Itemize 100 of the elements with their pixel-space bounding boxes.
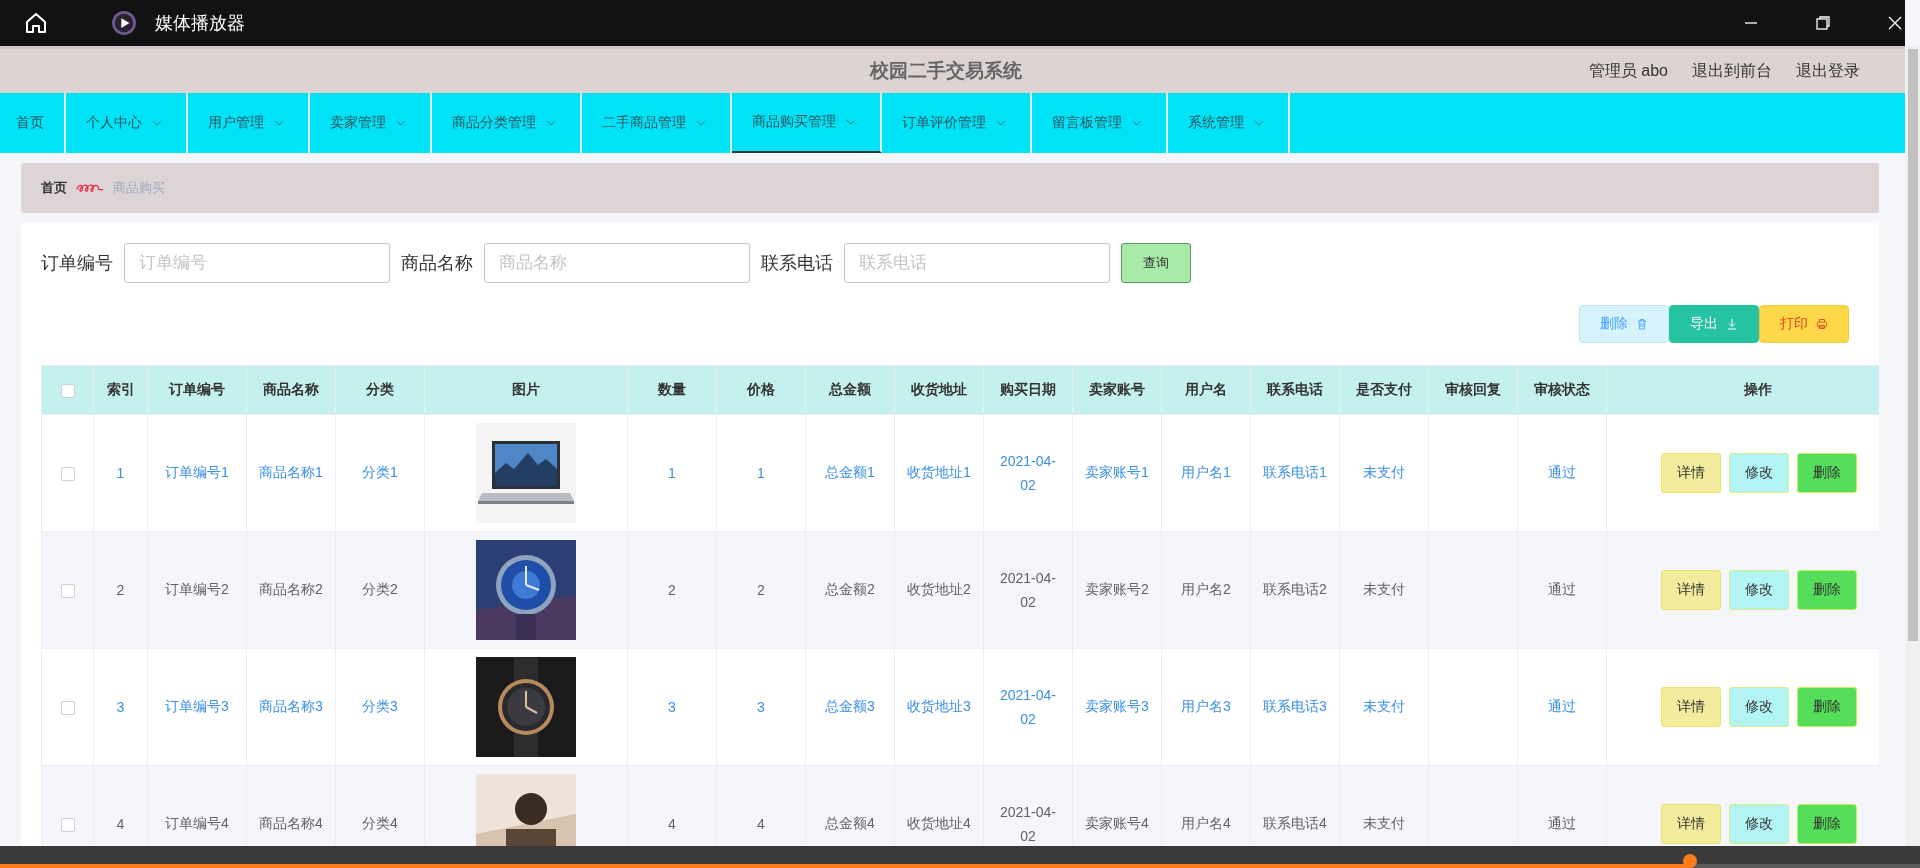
nav-item[interactable]: 用户管理: [188, 93, 310, 153]
column-header: 总金额: [829, 381, 871, 397]
table-cell: 总金额2: [825, 581, 875, 599]
nav-item[interactable]: 商品分类管理: [432, 93, 582, 153]
checkbox[interactable]: [60, 584, 75, 599]
input-field[interactable]: 订单编号: [124, 243, 390, 283]
checkbox[interactable]: [60, 384, 75, 399]
table-cell: 卖家账号3: [1085, 698, 1149, 716]
nav-item[interactable]: 个人中心: [66, 93, 188, 153]
details-button[interactable]: 详情: [1661, 804, 1721, 844]
table-cell-text: 2021-04-02: [998, 686, 1057, 729]
table-cell: 收货地址2: [907, 581, 971, 599]
table-cell: 分类4: [362, 815, 398, 833]
nav-item[interactable]: 首页: [0, 93, 66, 153]
table-cell: 通过: [1548, 581, 1576, 599]
table-cell: 通过: [1548, 815, 1576, 833]
table-cell: 总金额3: [825, 698, 875, 716]
delete-button[interactable]: 删除: [1797, 570, 1857, 610]
table-cell: 2: [116, 582, 125, 598]
table-cell: 4: [668, 816, 676, 832]
table-cell: 商品名称2: [259, 581, 323, 599]
nav-item[interactable]: 系统管理: [1168, 93, 1290, 153]
table-cell: 通过: [1548, 464, 1576, 482]
input-field[interactable]: 联系电话: [844, 243, 1110, 283]
table-cell: 商品名称4: [259, 815, 323, 833]
column-header: 联系电话: [1267, 381, 1323, 397]
details-button[interactable]: 详情: [1661, 570, 1721, 610]
table-cell: 商品名称3: [259, 698, 323, 716]
column-header: 审核状态: [1534, 381, 1590, 397]
column-header: 价格: [747, 381, 775, 397]
restore-icon[interactable]: [1815, 15, 1831, 31]
table-cell: 未支付: [1363, 581, 1405, 599]
table-cell: 商品名称1: [259, 464, 323, 482]
close-icon[interactable]: [1887, 15, 1903, 31]
input-field[interactable]: 商品名称: [484, 243, 750, 283]
table-cell-text: 2021-04-02: [998, 452, 1057, 495]
site-title: 校园二手交易系统: [870, 59, 1022, 83]
table-cell: 总金额4: [825, 815, 875, 833]
table-cell: 用户名4: [1181, 815, 1231, 833]
checkbox[interactable]: [60, 467, 75, 482]
column-header: 卖家账号: [1089, 381, 1145, 397]
column-header: 图片: [512, 381, 540, 397]
seek-thumb[interactable]: [1682, 854, 1697, 868]
details-button[interactable]: 详情: [1661, 687, 1721, 727]
table-cell: 订单编号1: [165, 464, 229, 482]
table-cell: 订单编号3: [165, 698, 229, 716]
nav-item[interactable]: 留言板管理: [1032, 93, 1168, 153]
search-button[interactable]: 查询: [1121, 243, 1191, 283]
table-cell: 订单编号2: [165, 581, 229, 599]
checkbox[interactable]: [60, 818, 75, 833]
home-icon[interactable]: [24, 11, 48, 35]
checkbox[interactable]: [60, 701, 75, 716]
field-label: 订单编号: [41, 252, 113, 275]
table-cell: 4: [757, 816, 765, 832]
table-cell: 卖家账号2: [1085, 581, 1149, 599]
column-header: 是否支付: [1356, 381, 1412, 397]
nav-item[interactable]: 二手商品管理: [582, 93, 732, 153]
table-cell: 卖家账号4: [1085, 815, 1149, 833]
edit-button[interactable]: 修改: [1729, 453, 1789, 493]
column-header: 审核回复: [1445, 381, 1501, 397]
table-cell: 4: [116, 816, 125, 832]
edit-button[interactable]: 修改: [1729, 570, 1789, 610]
delete-button[interactable]: 删除: [1797, 453, 1857, 493]
edit-button[interactable]: 修改: [1729, 687, 1789, 727]
field-label: 商品名称: [401, 252, 473, 275]
admin-label: 管理员 abo: [1588, 60, 1668, 81]
seek-bar[interactable]: [0, 854, 1920, 868]
delete-button[interactable]: 删除: [1797, 687, 1857, 727]
window-title: 媒体播放器: [155, 12, 245, 35]
table-cell: 卖家账号1: [1085, 464, 1149, 482]
table-cell: 3: [757, 699, 765, 715]
delete-button[interactable]: 删除: [1797, 804, 1857, 844]
table-cell: 1: [757, 465, 765, 481]
trash-icon: [1636, 318, 1648, 330]
table-cell: 3: [116, 699, 125, 715]
table-cell: 分类3: [362, 698, 398, 716]
column-header: 购买日期: [1000, 381, 1056, 397]
header-link[interactable]: 退出登录: [1796, 60, 1860, 82]
column-header: 索引: [106, 381, 135, 397]
play-icon: [111, 10, 137, 36]
table-cell: 联系电话1: [1263, 464, 1327, 482]
table-cell: 用户名2: [1181, 581, 1231, 599]
table-cell: 收货地址1: [907, 464, 971, 482]
breadcrumb-link[interactable]: 首页: [41, 179, 67, 197]
table-cell: 2: [757, 582, 765, 598]
header-link[interactable]: 退出到前台: [1692, 60, 1772, 82]
table-cell: 收货地址4: [907, 815, 971, 833]
scrollbar[interactable]: [1905, 46, 1920, 846]
nav-item[interactable]: 订单评价管理: [882, 93, 1032, 153]
table-cell: 分类1: [362, 464, 398, 482]
table-cell: 通过: [1548, 698, 1576, 716]
details-button[interactable]: 详情: [1661, 453, 1721, 493]
table-cell: 用户名1: [1181, 464, 1231, 482]
table-cell: 收货地址3: [907, 698, 971, 716]
nav-item[interactable]: 商品购买管理: [732, 93, 882, 153]
column-header: 收货地址: [911, 381, 967, 397]
nav-item[interactable]: 卖家管理: [310, 93, 432, 153]
table-cell: 未支付: [1363, 815, 1405, 833]
edit-button[interactable]: 修改: [1729, 804, 1789, 844]
printer-icon: [1816, 318, 1828, 330]
